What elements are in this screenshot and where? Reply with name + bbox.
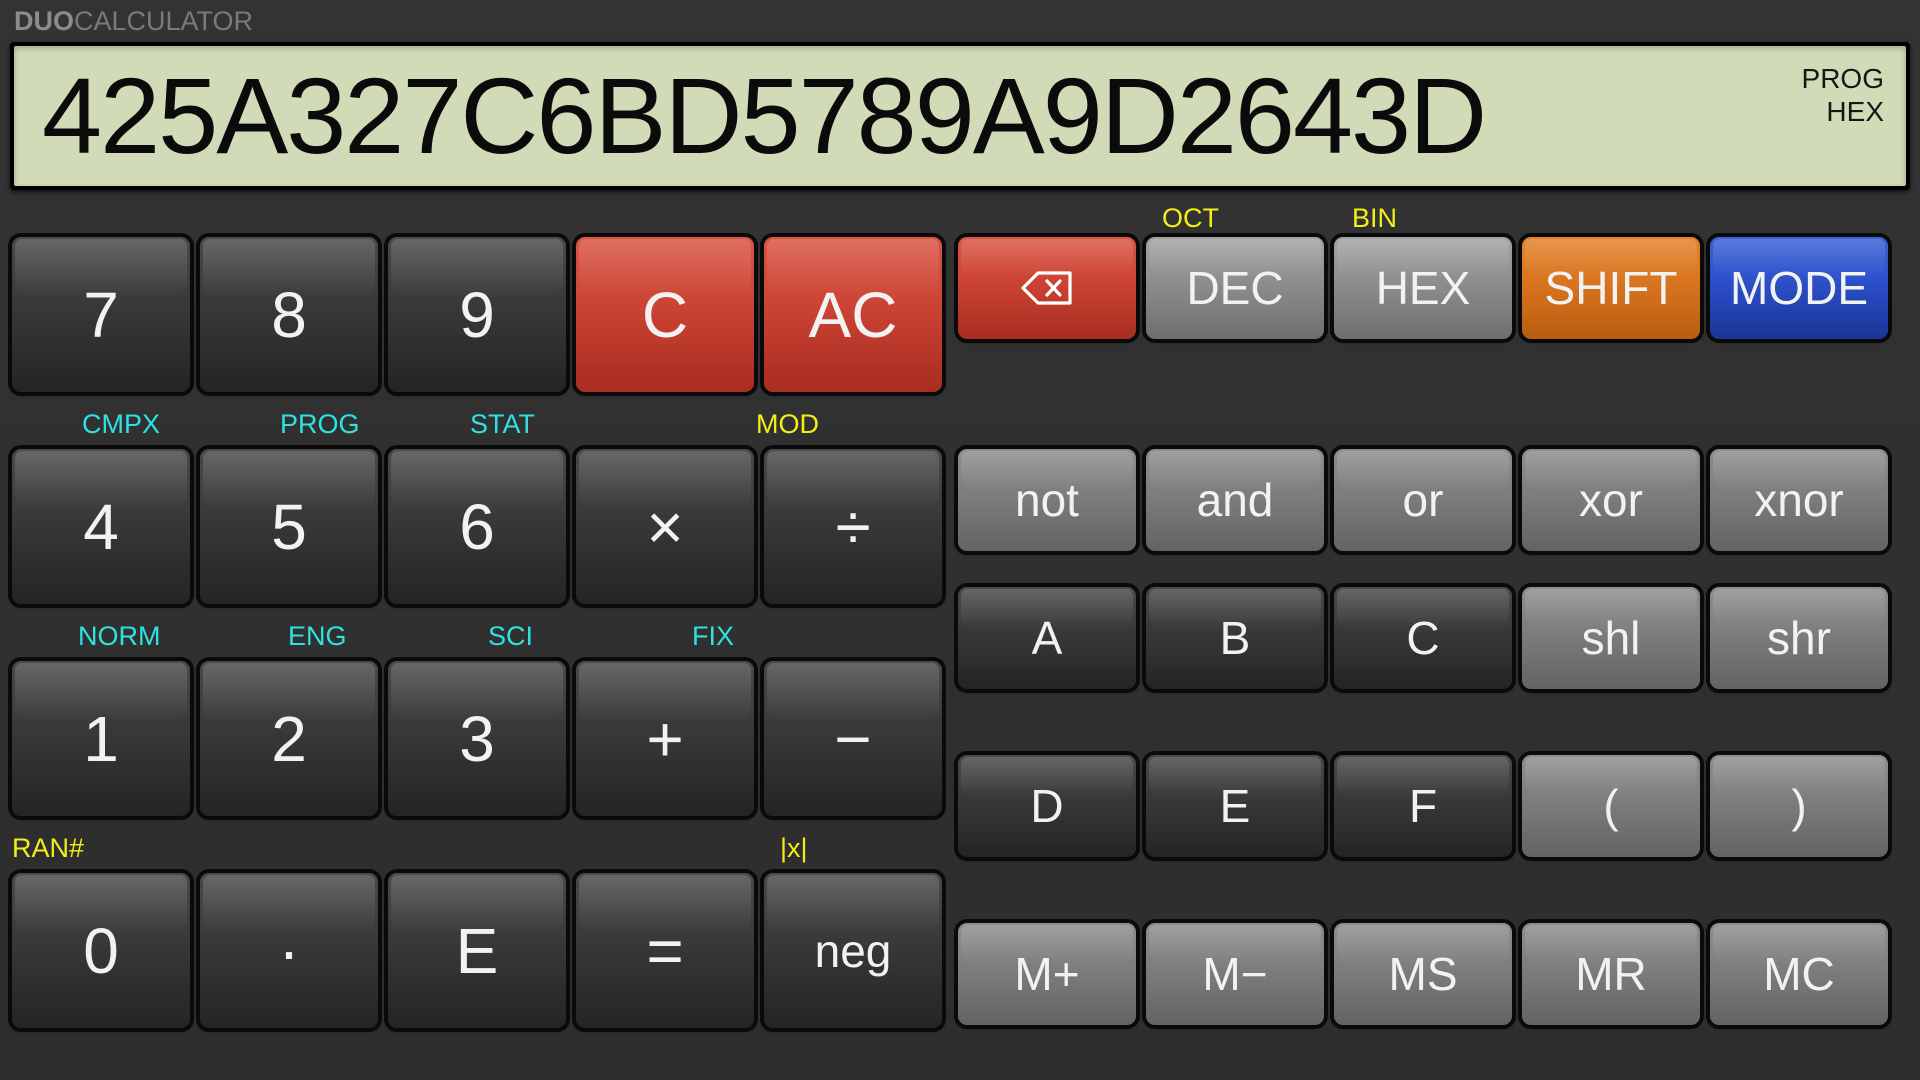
calculator-app: DUO CALCULATOR 425A327C6BD5789A9D2643D PR… — [0, 0, 1920, 1080]
indicator-mode: PROG — [1801, 63, 1884, 94]
backspace-icon — [1020, 271, 1074, 305]
shift-label-abs: |x| — [780, 833, 808, 863]
brand-light: CALCULATOR — [74, 5, 254, 36]
keypad: OCT BIN 7 8 9 C AC DEC HEX SHIFT MODE CM… — [0, 195, 1920, 1080]
key-6[interactable]: 6 — [388, 449, 566, 604]
key-clear[interactable]: C — [576, 237, 754, 392]
brand-bold: DUO — [14, 5, 74, 36]
key-hex-c[interactable]: C — [1334, 587, 1512, 689]
key-9[interactable]: 9 — [388, 237, 566, 392]
key-hex-a[interactable]: A — [958, 587, 1136, 689]
key-and[interactable]: and — [1146, 449, 1324, 551]
key-1[interactable]: 1 — [12, 661, 190, 816]
shift-label-stat: STAT — [470, 409, 535, 439]
shift-label-fix: FIX — [692, 621, 735, 651]
shift-label-oct: OCT — [1162, 203, 1219, 233]
key-memory-add[interactable]: M+ — [958, 923, 1136, 1025]
key-hex[interactable]: HEX — [1334, 237, 1512, 339]
key-5[interactable]: 5 — [200, 449, 378, 604]
key-memory-subtract[interactable]: M− — [1146, 923, 1324, 1025]
shift-label-cmpx: CMPX — [82, 409, 161, 439]
key-paren-close[interactable]: ) — [1710, 755, 1888, 857]
key-plus[interactable]: + — [576, 661, 754, 816]
display-frame: 425A327C6BD5789A9D2643D PROG HEX — [10, 42, 1910, 190]
key-shift[interactable]: SHIFT — [1522, 237, 1700, 339]
shift-label-random: RAN# — [12, 833, 85, 863]
key-memory-store[interactable]: MS — [1334, 923, 1512, 1025]
key-hex-d[interactable]: D — [958, 755, 1136, 857]
key-backspace[interactable] — [958, 237, 1136, 339]
shift-label-mod: MOD — [756, 409, 819, 439]
key-multiply[interactable]: × — [576, 449, 754, 604]
key-mode[interactable]: MODE — [1710, 237, 1888, 339]
key-exponent[interactable]: E — [388, 873, 566, 1028]
key-equals[interactable]: = — [576, 873, 754, 1028]
key-memory-clear[interactable]: MC — [1710, 923, 1888, 1025]
key-negate[interactable]: neg — [764, 873, 942, 1028]
key-or[interactable]: or — [1334, 449, 1512, 551]
indicator-base: HEX — [1826, 96, 1884, 128]
key-0[interactable]: 0 — [12, 873, 190, 1028]
key-hex-b[interactable]: B — [1146, 587, 1324, 689]
key-xor[interactable]: xor — [1522, 449, 1700, 551]
key-shift-left[interactable]: shl — [1522, 587, 1700, 689]
key-decimal-point[interactable]: · — [200, 873, 378, 1028]
shift-label-sci: SCI — [488, 621, 534, 651]
key-all-clear[interactable]: AC — [764, 237, 942, 392]
key-2[interactable]: 2 — [200, 661, 378, 816]
shift-label-prog: PROG — [280, 409, 360, 439]
shift-label-bin: BIN — [1352, 203, 1398, 233]
shift-label-norm: NORM — [78, 621, 161, 651]
key-hex-e[interactable]: E — [1146, 755, 1324, 857]
key-dec[interactable]: DEC — [1146, 237, 1324, 339]
lcd-screen[interactable]: 425A327C6BD5789A9D2643D PROG HEX — [14, 46, 1906, 186]
key-divide[interactable]: ÷ — [764, 449, 942, 604]
key-not[interactable]: not — [958, 449, 1136, 551]
key-minus[interactable]: − — [764, 661, 942, 816]
key-paren-open[interactable]: ( — [1522, 755, 1700, 857]
key-shift-right[interactable]: shr — [1710, 587, 1888, 689]
key-4[interactable]: 4 — [12, 449, 190, 604]
key-xnor[interactable]: xnor — [1710, 449, 1888, 551]
key-3[interactable]: 3 — [388, 661, 566, 816]
key-8[interactable]: 8 — [200, 237, 378, 392]
app-title: DUO CALCULATOR — [14, 4, 253, 38]
key-7[interactable]: 7 — [12, 237, 190, 392]
display-value: 425A327C6BD5789A9D2643D — [42, 55, 1487, 176]
key-memory-recall[interactable]: MR — [1522, 923, 1700, 1025]
key-hex-f[interactable]: F — [1334, 755, 1512, 857]
shift-label-eng: ENG — [288, 621, 347, 651]
display-indicators: PROG HEX — [1802, 62, 1884, 128]
